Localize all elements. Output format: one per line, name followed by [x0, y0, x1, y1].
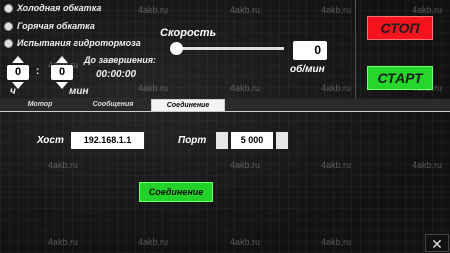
watermark: 4akb.ru — [321, 5, 352, 15]
port-increment-button[interactable] — [276, 132, 288, 149]
hours-spinner[interactable]: 0 — [7, 56, 29, 89]
radio-indicator — [4, 21, 13, 31]
speed-value: 0 — [293, 41, 327, 60]
host-input[interactable]: 192.168.1.1 — [71, 132, 144, 149]
watermark: 4akb.ru — [412, 5, 443, 15]
minutes-label: мин — [69, 86, 89, 97]
hours-label: ч — [10, 86, 16, 97]
panel-divider — [355, 0, 356, 98]
increment-arrow-icon[interactable] — [56, 56, 68, 63]
remaining-label: До завершения: — [84, 55, 157, 65]
watermark: 4akb.ru — [321, 83, 352, 93]
start-button[interactable]: СТАРТ — [367, 66, 433, 90]
watermark: 4akb.ru — [230, 237, 261, 247]
mode-option-label: Холодная обкатка — [17, 3, 102, 13]
watermark: 4akb.ru — [138, 83, 169, 93]
watermark: 4akb.ru — [138, 5, 169, 15]
port-decrement-button[interactable] — [216, 132, 228, 149]
mode-option-hydrobrake[interactable]: Испытания гидротормоза — [4, 38, 141, 48]
tab-connection[interactable]: Соединение — [151, 99, 225, 111]
close-icon[interactable]: ✕ — [425, 234, 449, 252]
radio-indicator — [4, 3, 13, 13]
minutes-value[interactable]: 0 — [51, 65, 73, 80]
mode-option-hot[interactable]: Горячая обкатка — [4, 21, 95, 31]
connect-button[interactable]: Соединение — [139, 182, 213, 202]
watermark: 4akb.ru — [230, 160, 261, 170]
mode-option-label: Испытания гидротормоза — [17, 38, 141, 48]
speed-label: Скорость — [160, 27, 217, 39]
mode-option-label: Горячая обкатка — [17, 21, 95, 31]
watermark: 4akb.ru — [412, 160, 443, 170]
tab-messages[interactable]: Сообщения — [78, 99, 148, 111]
watermark: 4akb.ru — [321, 160, 352, 170]
watermark: 4akb.ru — [230, 83, 261, 93]
radio-indicator — [4, 38, 13, 48]
host-label: Хост — [37, 135, 64, 146]
tab-motor[interactable]: Мотор — [5, 99, 75, 111]
watermark: 4akb.ru — [230, 5, 261, 15]
watermark: 4akb.ru — [48, 237, 79, 247]
increment-arrow-icon[interactable] — [12, 56, 24, 63]
mode-option-cold[interactable]: Холодная обкатка — [4, 3, 101, 13]
minutes-spinner[interactable]: 0 — [51, 56, 73, 89]
port-input[interactable]: 5 000 — [231, 132, 273, 149]
watermark: 4akb.ru — [321, 237, 352, 247]
speed-unit: об/мин — [290, 64, 325, 75]
stop-button[interactable]: СТОП — [367, 16, 433, 40]
time-separator: : — [36, 66, 40, 77]
speed-slider-track[interactable] — [178, 47, 284, 50]
decrement-arrow-icon[interactable] — [56, 82, 68, 89]
speed-slider-handle[interactable] — [170, 42, 183, 55]
watermark: 4akb.ru — [48, 160, 79, 170]
watermark: 4akb.ru — [138, 237, 169, 247]
port-label: Порт — [178, 135, 207, 146]
hours-value[interactable]: 0 — [7, 65, 29, 80]
remaining-time: 00:00:00 — [96, 69, 137, 80]
